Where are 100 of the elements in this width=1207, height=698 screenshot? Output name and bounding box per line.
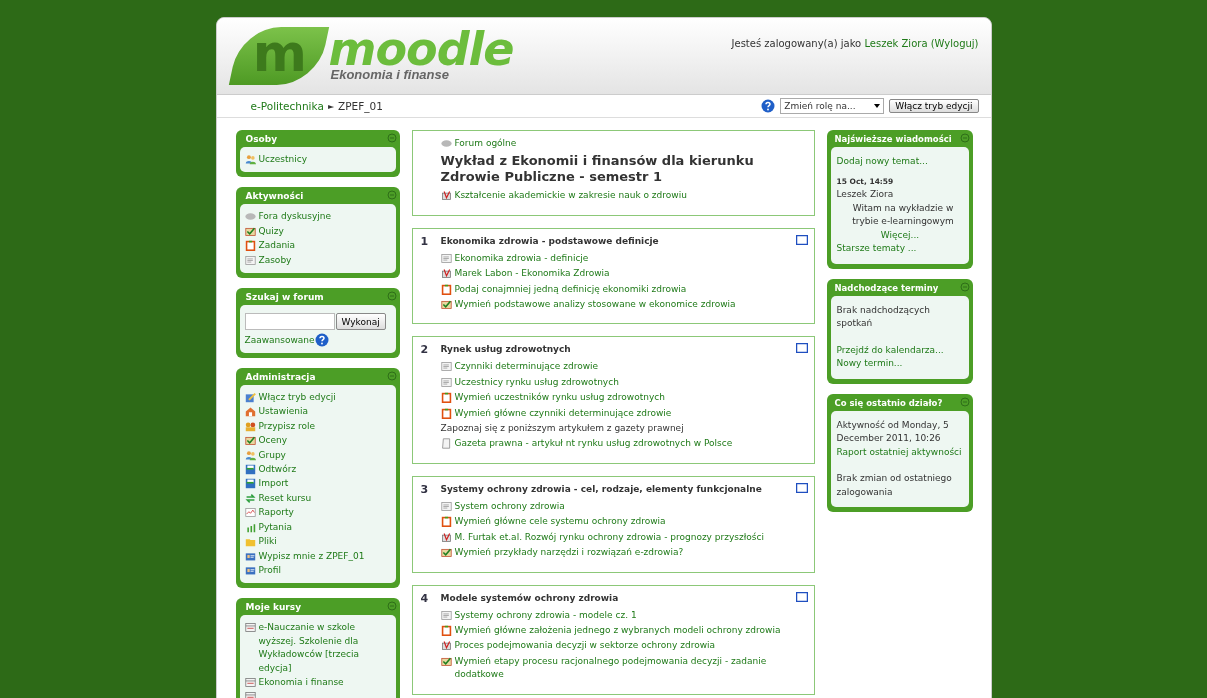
activity-link[interactable]: System ochrony zdrowia — [454, 499, 565, 514]
sidebar-link[interactable]: Grupy — [258, 448, 286, 463]
collapse-icon[interactable] — [959, 396, 970, 407]
page-icon — [440, 438, 452, 450]
sidebar-link[interactable]: Pliki — [258, 535, 277, 549]
arrows-icon — [244, 492, 256, 504]
role-select[interactable]: Zmień rolę na... — [780, 98, 885, 114]
activity-link[interactable]: Czynniki determinujące zdrowie — [454, 360, 599, 374]
block-text: Brak zmian od ostatniego zalogowania — [836, 472, 953, 499]
activity-link[interactable]: Wymień główne czynniki determinujące zdrowie — [454, 406, 672, 421]
sidebar-link[interactable]: e-Nauczanie w szkole wyższej. Szkolenie dla Wykładowców [trzecia edycja] — [258, 621, 391, 675]
id-card-icon — [244, 550, 256, 562]
collapse-icon[interactable] — [959, 281, 970, 292]
block-title: Administracja — [244, 371, 317, 385]
activity-link[interactable]: Kształcenie akademickie w zakresie nauk o zdrowiu — [454, 189, 687, 203]
section-title: Rynek usług zdrowotnych — [440, 343, 572, 357]
breadcrumb-current: ZPEF_01 — [338, 100, 383, 112]
clipboard-icon — [440, 516, 452, 528]
advanced-search-link[interactable]: Zaawansowane — [244, 335, 315, 346]
sidebar-link[interactable]: Profil — [258, 563, 281, 578]
show-section-icon[interactable] — [795, 591, 808, 602]
block-text: Aktywność od Monday, 5 December 2011, 10:26 — [836, 418, 950, 445]
collapse-icon[interactable] — [386, 190, 397, 201]
clipboard-icon — [244, 240, 256, 252]
activity-link[interactable]: Wymień przykłady narzędzi i rozwiązań e-zdrowia? — [454, 546, 684, 560]
collapse-icon[interactable] — [959, 133, 970, 143]
block-title: Osoby — [244, 133, 278, 146]
floppy-icon — [244, 478, 256, 490]
show-section-icon[interactable] — [795, 234, 808, 245]
sidebar-link[interactable]: Raporty — [258, 506, 294, 520]
id-card-icon — [244, 564, 256, 576]
help-icon[interactable] — [761, 99, 776, 113]
collapse-icon[interactable] — [386, 371, 397, 382]
activity-link[interactable]: Marek Labon - Ekonomika Zdrowia — [454, 267, 610, 281]
block-link[interactable]: Starsze tematy ... — [836, 242, 964, 256]
house-icon — [244, 406, 256, 418]
block-link[interactable]: Nowy termin... — [836, 357, 964, 371]
people-icon — [244, 449, 256, 461]
activity-link[interactable]: Ekonomika zdrowia - definicje — [454, 251, 589, 266]
activity-link[interactable]: Wymień podstawowe analizy stosowane w ekonomice zdrowia — [454, 298, 736, 312]
edit-mode-button[interactable]: Włącz tryb edycji — [889, 99, 979, 113]
sidebar-link[interactable]: Ekonomia i finanse — [258, 675, 344, 690]
sidebar-link[interactable]: Pytania — [258, 520, 293, 535]
show-section-icon[interactable] — [795, 343, 808, 354]
forum-link[interactable]: Forum ogólne — [454, 137, 517, 151]
checkmark-sheet-icon — [440, 547, 452, 559]
activity-link[interactable]: Podaj conajmniej jedną definicję ekonomiki zdrowia — [454, 282, 687, 297]
document-icon — [244, 254, 256, 266]
sidebar-link[interactable]: Przypisz role — [258, 419, 316, 434]
activity-link[interactable]: M. Furtak et.al. Rozwój rynku ochrony zdrowia - prognozy przyszłości — [454, 530, 764, 545]
sidebar-link[interactable]: Zasoby — [258, 253, 292, 268]
block-text: Leszek Ziora — [836, 188, 895, 201]
block-link[interactable]: Przejdź do kalendarza... — [836, 343, 964, 357]
help-icon[interactable] — [314, 333, 329, 348]
checkmark-sheet-icon — [440, 299, 452, 311]
activity-link[interactable]: Wymień główne cele systemu ochrony zdrowia — [454, 515, 666, 529]
sidebar-link[interactable]: Wypisz mnie z ZPEF_01 — [258, 549, 365, 563]
sidebar-link[interactable]: Zadania — [258, 239, 296, 253]
sidebar-link[interactable]: Reset kursu — [258, 491, 312, 506]
logout-link[interactable]: (Wyloguj) — [930, 38, 979, 49]
section-number: 1 — [420, 234, 429, 248]
sidebar-link[interactable]: Włącz tryb edycji — [258, 391, 336, 405]
course-icon — [244, 676, 256, 688]
block-link[interactable]: Raport ostatniej aktywności — [836, 445, 964, 459]
sidebar-link[interactable]: Oceny — [258, 434, 288, 448]
breadcrumb-link[interactable]: e-Politechnika — [250, 100, 324, 112]
activity-link[interactable]: Wymień uczestników rynku usług zdrowotnych — [454, 391, 665, 405]
activity-link[interactable]: Systemy ochrony zdrowia - modele cz. 1 — [454, 608, 637, 622]
block-title: Co się ostatnio działo? — [833, 396, 944, 410]
login-text: Jesteś zalogowany(a) jako — [731, 38, 862, 49]
sidebar-link[interactable]: Quizy — [258, 224, 284, 239]
speech-bubble-icon — [440, 138, 452, 149]
sidebar-link[interactable]: Fora dyskusyjne — [258, 210, 332, 224]
activity-link[interactable]: Gazeta prawna - artykuł nt rynku usług zdrowotnych w Polsce — [454, 437, 733, 451]
section-number: 4 — [420, 591, 429, 605]
sidebar-link[interactable]: Odtwórz — [258, 463, 297, 477]
sidebar-link[interactable]: Import — [258, 477, 289, 491]
breadcrumb-separator: ► — [327, 101, 335, 111]
block-link[interactable]: Dodaj nowy temat... — [836, 155, 964, 169]
sidebar-link[interactable]: Ustawienia — [258, 405, 308, 419]
more-link[interactable]: Więcej... — [836, 228, 964, 242]
search-field[interactable] — [244, 313, 335, 331]
clipboard-icon — [440, 392, 452, 404]
collapse-icon[interactable] — [386, 601, 397, 612]
user-link[interactable]: Leszek Ziora — [864, 38, 928, 49]
checkmark-sheet-icon — [440, 655, 452, 667]
document-icon — [440, 500, 452, 512]
activity-link[interactable]: Wymień główne założenia jednego z wybranych modeli ochrony zdrowia — [454, 623, 781, 638]
sidebar-link[interactable]: Uczestnicy — [258, 153, 307, 167]
search-button[interactable]: Wykonaj — [335, 313, 386, 331]
collapse-icon[interactable] — [386, 291, 397, 302]
bar-chart-icon — [244, 521, 256, 533]
show-section-icon[interactable] — [795, 482, 808, 493]
checkmark-sheet-icon — [244, 225, 256, 237]
activity-link[interactable]: Uczestnicy rynku usług zdrowotnych — [454, 375, 619, 390]
collapse-icon[interactable] — [386, 133, 397, 143]
block-title: Aktywności — [244, 190, 305, 204]
activity-link[interactable]: Proces podejmowania decyzji w sektorze ochrony zdrowia — [454, 639, 716, 653]
activity-link[interactable]: Wymień etapy procesu racjonalnego podejmowania decyzji - zadanie dodatkowe — [454, 654, 800, 682]
block-title: Moje kursy — [244, 601, 303, 615]
